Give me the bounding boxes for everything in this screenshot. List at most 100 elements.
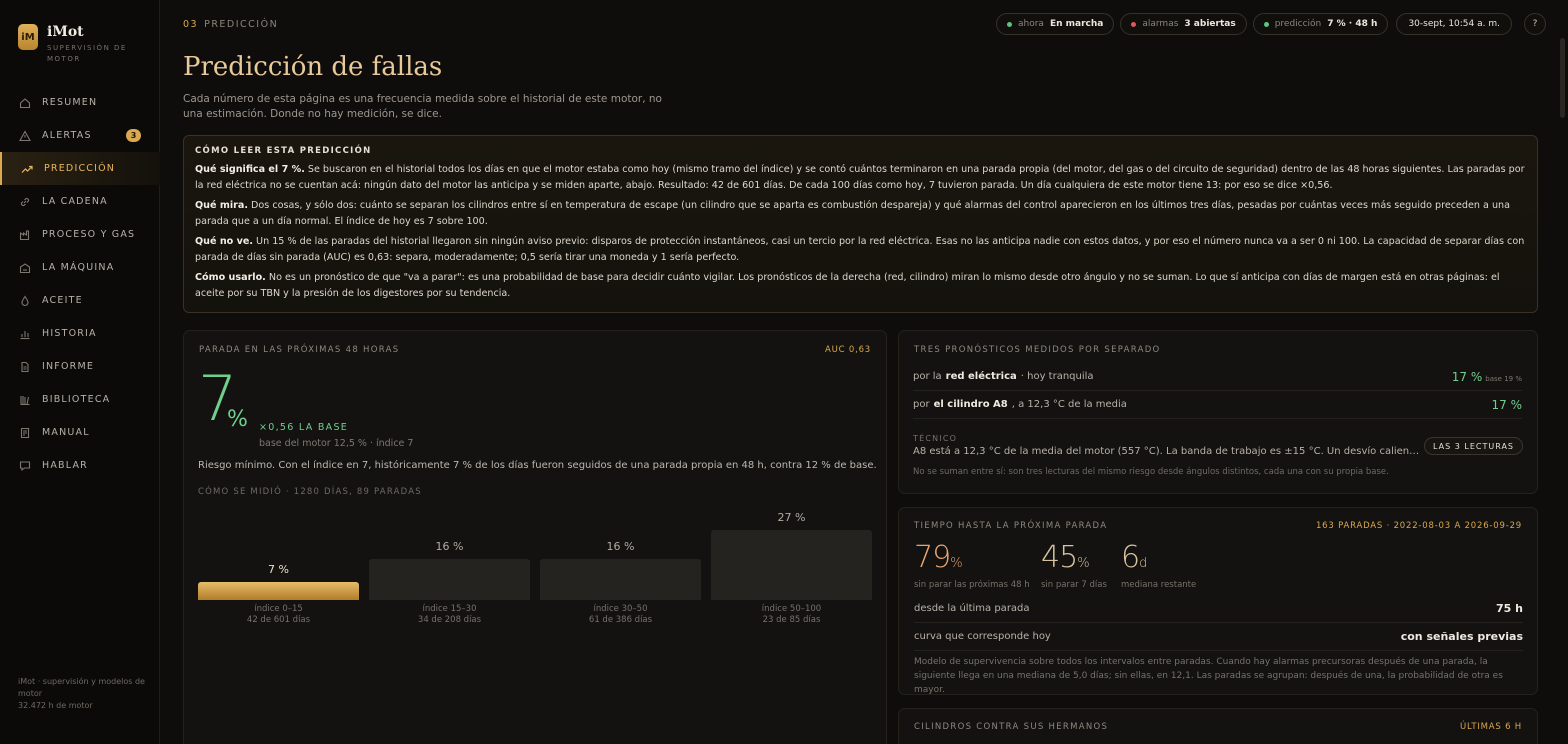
stat-48h: 79% sin parar las próximas 48 h: [914, 540, 1030, 591]
status-pill-now[interactable]: ahora En marcha: [996, 13, 1115, 35]
nav-item-la-cadena[interactable]: LA CADENA: [0, 185, 160, 218]
nav-item-label: INFORME: [42, 361, 95, 372]
drop-icon: [18, 294, 31, 307]
stat-7d: 45% sin parar 7 días: [1041, 540, 1107, 591]
alerts-count-badge: 3: [126, 129, 141, 142]
nav-item-manual[interactable]: MANUAL: [0, 416, 160, 449]
prediction-dot-icon: [1263, 21, 1269, 27]
bar: [540, 559, 701, 600]
nav-item-proceso-y-gas[interactable]: PROCESO Y GAS: [0, 218, 160, 251]
panel-heading: TIEMPO HASTA LA PRÓXIMA PARADA: [914, 521, 1108, 531]
bar: [369, 559, 530, 600]
bar-value-label: 7 %: [268, 563, 289, 576]
sidebar-footer: iMot · supervisión y modelos de motor 32…: [18, 676, 146, 712]
probability-unit: %: [227, 407, 248, 432]
nav-item-historia[interactable]: HISTORIA: [0, 317, 160, 350]
trend-icon: [20, 162, 33, 175]
bar-group: 16 %: [369, 500, 530, 600]
survival-note: Modelo de supervivencia sobre todos los …: [914, 657, 1503, 695]
nav-item-label: LA MÁQUINA: [42, 262, 115, 273]
nav-item-label: MANUAL: [42, 427, 90, 438]
status-pills: ahora En marcha alarmas 3 abiertas predicc…: [990, 13, 1546, 35]
nav-item-alertas[interactable]: ALERTAS 3: [0, 119, 160, 152]
nav-item-label: BIBLIOTECA: [42, 394, 111, 405]
since-last-stop-row: desde la última parada 75 h: [914, 595, 1523, 623]
breadcrumb-number: 03: [183, 19, 199, 30]
nav-item-label: ALERTAS: [42, 130, 92, 141]
bar-category-label: índice 0–15 42 de 601 días: [246, 604, 311, 625]
nav-item-predicción[interactable]: PREDICCIÓN: [0, 152, 160, 185]
bar-value-label: 16 %: [606, 540, 635, 553]
brand[interactable]: iM iMot SUPERVISIÓN DE MOTOR: [18, 24, 137, 65]
forecast-cylinder-row[interactable]: por el cilindro A8, a 12,3 °C de la media…: [913, 391, 1522, 419]
bar: [198, 582, 359, 600]
alarm-dot-icon: [1131, 21, 1137, 27]
cylinder-forecast-value: 17 %: [1491, 397, 1523, 412]
technical-label: TÉCNICO: [913, 434, 958, 443]
nav-item-label: HISTORIA: [42, 328, 97, 339]
library-icon: [18, 393, 31, 406]
book-icon: [18, 426, 31, 439]
logo: iM: [18, 24, 38, 50]
bar-category-label: índice 30–50 61 de 386 días: [588, 604, 653, 625]
status-pill-prediction[interactable]: predicción 7 % · 48 h: [1252, 13, 1389, 35]
three-readings-button[interactable]: LAS 3 LECTURAS: [1424, 437, 1523, 455]
page-title: Predicción de fallas: [183, 52, 443, 82]
grid-forecast-value: 17 % base 19 %: [1451, 369, 1522, 384]
breadcrumb: 03 PREDICCIÓN: [183, 19, 278, 30]
footer-line-2: 32.472 h de motor: [18, 701, 93, 710]
document-icon: [18, 360, 31, 373]
help-button[interactable]: ?: [1524, 13, 1546, 35]
bar-value-label: 27 %: [777, 511, 806, 524]
explain-how-to-use: Cómo usarlo. No es un pronóstico de que …: [195, 272, 1500, 299]
nav-item-aceite[interactable]: ACEITE: [0, 284, 160, 317]
scrollbar[interactable]: [1560, 38, 1565, 118]
bar-category-label: índice 50–100 23 de 85 días: [761, 604, 822, 625]
page-subtitle: Cada número de esta página es una frecue…: [183, 93, 662, 120]
warning-icon: [18, 129, 31, 142]
status-dot-icon: [1007, 21, 1012, 27]
nav-item-resumen[interactable]: RESUMEN: [0, 86, 160, 119]
bar-group: 27 %: [711, 500, 872, 600]
bar-group: 7 %: [198, 500, 359, 600]
stat-median: 6d mediana restante: [1121, 540, 1197, 591]
main-nav: RESUMEN ALERTAS 3 PREDICCIÓN LA CADENA PROCES…: [0, 86, 160, 482]
base-text: base del motor 12,5 % · índice 7: [259, 438, 414, 449]
nav-item-hablar[interactable]: HABLAR: [0, 449, 160, 482]
nav-item-la-máquina[interactable]: LA MÁQUINA: [0, 251, 160, 284]
last-6h-label: ÚLTIMAS 6 H: [1459, 722, 1522, 732]
explain-meaning: Qué significa el 7 %. Se buscaron en el …: [195, 164, 1525, 191]
nav-item-label: ACEITE: [42, 295, 83, 306]
factory-icon: [18, 228, 31, 241]
curve-today-row: curva que corresponde hoy con señales pr…: [914, 623, 1523, 651]
explain-heading: CÓMO LEER ESTA PREDICCIÓN: [195, 146, 372, 156]
nav-item-informe[interactable]: INFORME: [0, 350, 160, 383]
brand-subtitle: SUPERVISIÓN DE MOTOR: [47, 44, 127, 63]
how-to-read-box: CÓMO LEER ESTA PREDICCIÓN Qué significa …: [183, 135, 1538, 313]
panel-heading: CILINDROS CONTRA SUS HERMANOS: [914, 722, 1109, 732]
bar-category-label: índice 15–30 34 de 208 días: [417, 604, 482, 625]
status-pill-alarms[interactable]: alarmas 3 abiertas: [1120, 13, 1247, 35]
technical-text: A8 está a 12,3 °C de la media del motor …: [913, 446, 1423, 457]
machine-icon: [18, 261, 31, 274]
measured-label: CÓMO SE MIDIÓ · 1280 DÍAS, 89 PARADAS: [198, 487, 422, 497]
index-bar-chart: 7 % índice 0–15 42 de 601 días 16 % índice 1…: [198, 500, 872, 630]
nav-item-biblioteca[interactable]: BIBLIOTECA: [0, 383, 160, 416]
forecast-grid-row[interactable]: por la red eléctrica · hoy tranquila 17 % b…: [913, 363, 1522, 391]
nav-item-label: RESUMEN: [42, 97, 98, 108]
nav-item-label: PROCESO Y GAS: [42, 229, 136, 240]
panel-heading: PARADA EN LAS PRÓXIMAS 48 HORAS: [199, 345, 400, 355]
breadcrumb-label: PREDICCIÓN: [204, 19, 279, 30]
nav-item-label: LA CADENA: [42, 196, 108, 207]
sidebar: iM iMot SUPERVISIÓN DE MOTOR RESUMEN ALER…: [0, 0, 160, 744]
cylinders-panel: CILINDROS CONTRA SUS HERMANOS ÚLTIMAS 6 …: [898, 708, 1538, 744]
footer-line-1: iMot · supervisión y modelos de motor: [18, 677, 145, 698]
date-pill[interactable]: 30-sept, 10:54 a. m.: [1396, 13, 1512, 35]
home-icon: [18, 96, 31, 109]
bar-value-label: 16 %: [435, 540, 464, 553]
bar: [711, 530, 872, 600]
link-icon: [18, 195, 31, 208]
brand-title: iMot: [47, 24, 84, 40]
bar-group: 16 %: [540, 500, 701, 600]
panel-heading: TRES PRONÓSTICOS MEDIDOS POR SEPARADO: [914, 345, 1161, 355]
